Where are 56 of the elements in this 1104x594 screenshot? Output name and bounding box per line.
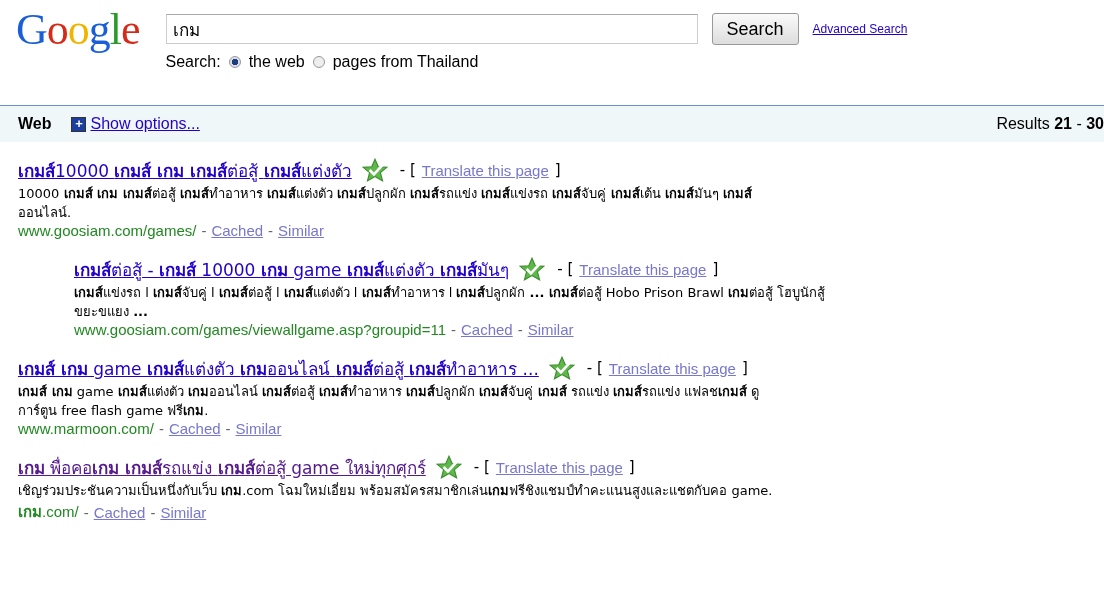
translate-link[interactable]: Translate this page bbox=[421, 161, 549, 179]
advanced-search-link[interactable]: Advanced Search bbox=[812, 22, 908, 36]
dash-text: - bbox=[150, 503, 156, 521]
results-count: Results 21 - 30 bbox=[996, 115, 1104, 133]
result-url: เกม.com/ bbox=[18, 502, 79, 522]
bracket-text: - [ bbox=[473, 458, 490, 476]
similar-link[interactable]: Similar bbox=[160, 503, 207, 521]
translate-link[interactable]: Translate this page bbox=[495, 458, 623, 476]
result-snippet: 10000 เกมส์ เกม เกมส์ต่อสู้ เกมส์ทำอาหาร เกมส์แต่งตัว เกมส์ปลูกผัก เกมส์รถแข่ง เกมส์แข่งรถ เกมส์จับคู่ เกมส์เต้น เกมส์มันๆ เกมส์ออนไลน์. bbox=[18, 185, 753, 222]
cached-link[interactable]: Cached bbox=[168, 420, 221, 437]
dash-text: - bbox=[451, 321, 456, 338]
dash-text: - bbox=[225, 420, 231, 437]
similar-link[interactable]: Similar bbox=[235, 420, 282, 437]
dash-text: - bbox=[517, 321, 523, 338]
result-snippet: เชิญร่วมประชันความเป็นหนึ่งกับเว็บ เกม.com โฉมใหม่เอี่ยม พร้อมสมัครสมาชิกเล่นเกมฟรีชิงแชมป์ทำคะแนนสูงและแชตกับคอ game. bbox=[18, 481, 774, 500]
cached-link[interactable]: Cached bbox=[211, 222, 264, 239]
dash-text: - bbox=[268, 222, 274, 239]
plus-icon[interactable]: + bbox=[71, 116, 87, 132]
web-label: Web bbox=[18, 115, 52, 133]
search-button[interactable]: Search bbox=[711, 13, 799, 45]
search-field[interactable]: เกม bbox=[165, 14, 698, 44]
result-url: www.marmoon.com/ bbox=[18, 420, 154, 437]
dash-text: - bbox=[201, 222, 207, 239]
bracket-text: ] bbox=[554, 161, 561, 179]
radio-label[interactable]: pages from Thailand bbox=[332, 53, 479, 71]
translate-link[interactable]: Translate this page bbox=[579, 260, 707, 278]
dash-text: - bbox=[83, 503, 89, 521]
result-url: www.goosiam.com/games/viewallgame.asp?groupid=11 bbox=[74, 321, 446, 338]
star-check-icon[interactable] bbox=[548, 356, 575, 380]
bracket-text: ] bbox=[712, 260, 719, 278]
star-check-icon[interactable] bbox=[361, 158, 388, 182]
radio-label[interactable]: the web bbox=[248, 53, 305, 71]
radio-button[interactable] bbox=[228, 56, 241, 68]
bracket-text: - [ bbox=[399, 161, 416, 179]
cached-link[interactable]: Cached bbox=[93, 503, 146, 521]
star-check-icon[interactable] bbox=[435, 455, 462, 479]
radio-button[interactable] bbox=[312, 56, 325, 68]
cached-link[interactable]: Cached bbox=[461, 321, 513, 338]
bracket-text: ] bbox=[741, 359, 748, 377]
translate-link[interactable]: Translate this page bbox=[608, 359, 736, 377]
result-snippet: เกมส์แข่งรถ l เกมส์จับคู่ l เกมส์ต่อสู้ l เกมส์แต่งตัว l เกมส์ทำอาหาร l เกมส์ปลูกผัก ... เกมส์ต่อสู้ Hobo Prison Brawl เกมต่อสู้ โฮบูนักสู้ขยะขแยง ... bbox=[74, 284, 827, 321]
show-options-link[interactable]: Show options... bbox=[90, 115, 200, 133]
result-title-link[interactable]: เกมส์ เกม game เกมส์แต่งตัว เกมออนไลน์ เกมส์ต่อสู้ เกมส์ทำอาหาร ... bbox=[18, 354, 539, 382]
bracket-text: - [ bbox=[557, 260, 574, 278]
bracket-text: ] bbox=[628, 458, 635, 476]
result-title-link[interactable]: เกมส์ต่อสู้ - เกมส์ 10000 เกม game เกมส์แต่งตัว เกมส์มันๆ bbox=[74, 255, 510, 283]
similar-link[interactable]: Similar bbox=[278, 222, 324, 239]
scope-label: Search: bbox=[165, 53, 221, 71]
similar-link[interactable]: Similar bbox=[527, 321, 574, 338]
dash-text: - bbox=[158, 420, 164, 437]
result-url: www.goosiam.com/games/ bbox=[18, 222, 197, 239]
result-snippet: เกมส์ เกม game เกมส์แต่งตัว เกมออนไลน์ เกมส์ต่อสู้ เกมส์ทำอาหาร เกมส์ปลูกผัก เกมส์จับคู่ เกมส์ รถแข่ง เกมส์รถแข่ง แฟลชเกมส์ ดูการ์ตูน free flash game ฟรีเกม. bbox=[18, 383, 761, 420]
bracket-text: - [ bbox=[586, 359, 603, 377]
result-title-link[interactable]: เกม พื่อคอเกม เกมส์รถแข่ง เกมส์ต่อสู้ game ใหม่ทุกศุกร์ bbox=[18, 453, 426, 481]
result-title-link[interactable]: เกมส์10000 เกมส์ เกม เกมส์ต่อสู้ เกมส์แต่งตัว bbox=[18, 156, 352, 184]
star-check-icon[interactable] bbox=[519, 257, 546, 281]
